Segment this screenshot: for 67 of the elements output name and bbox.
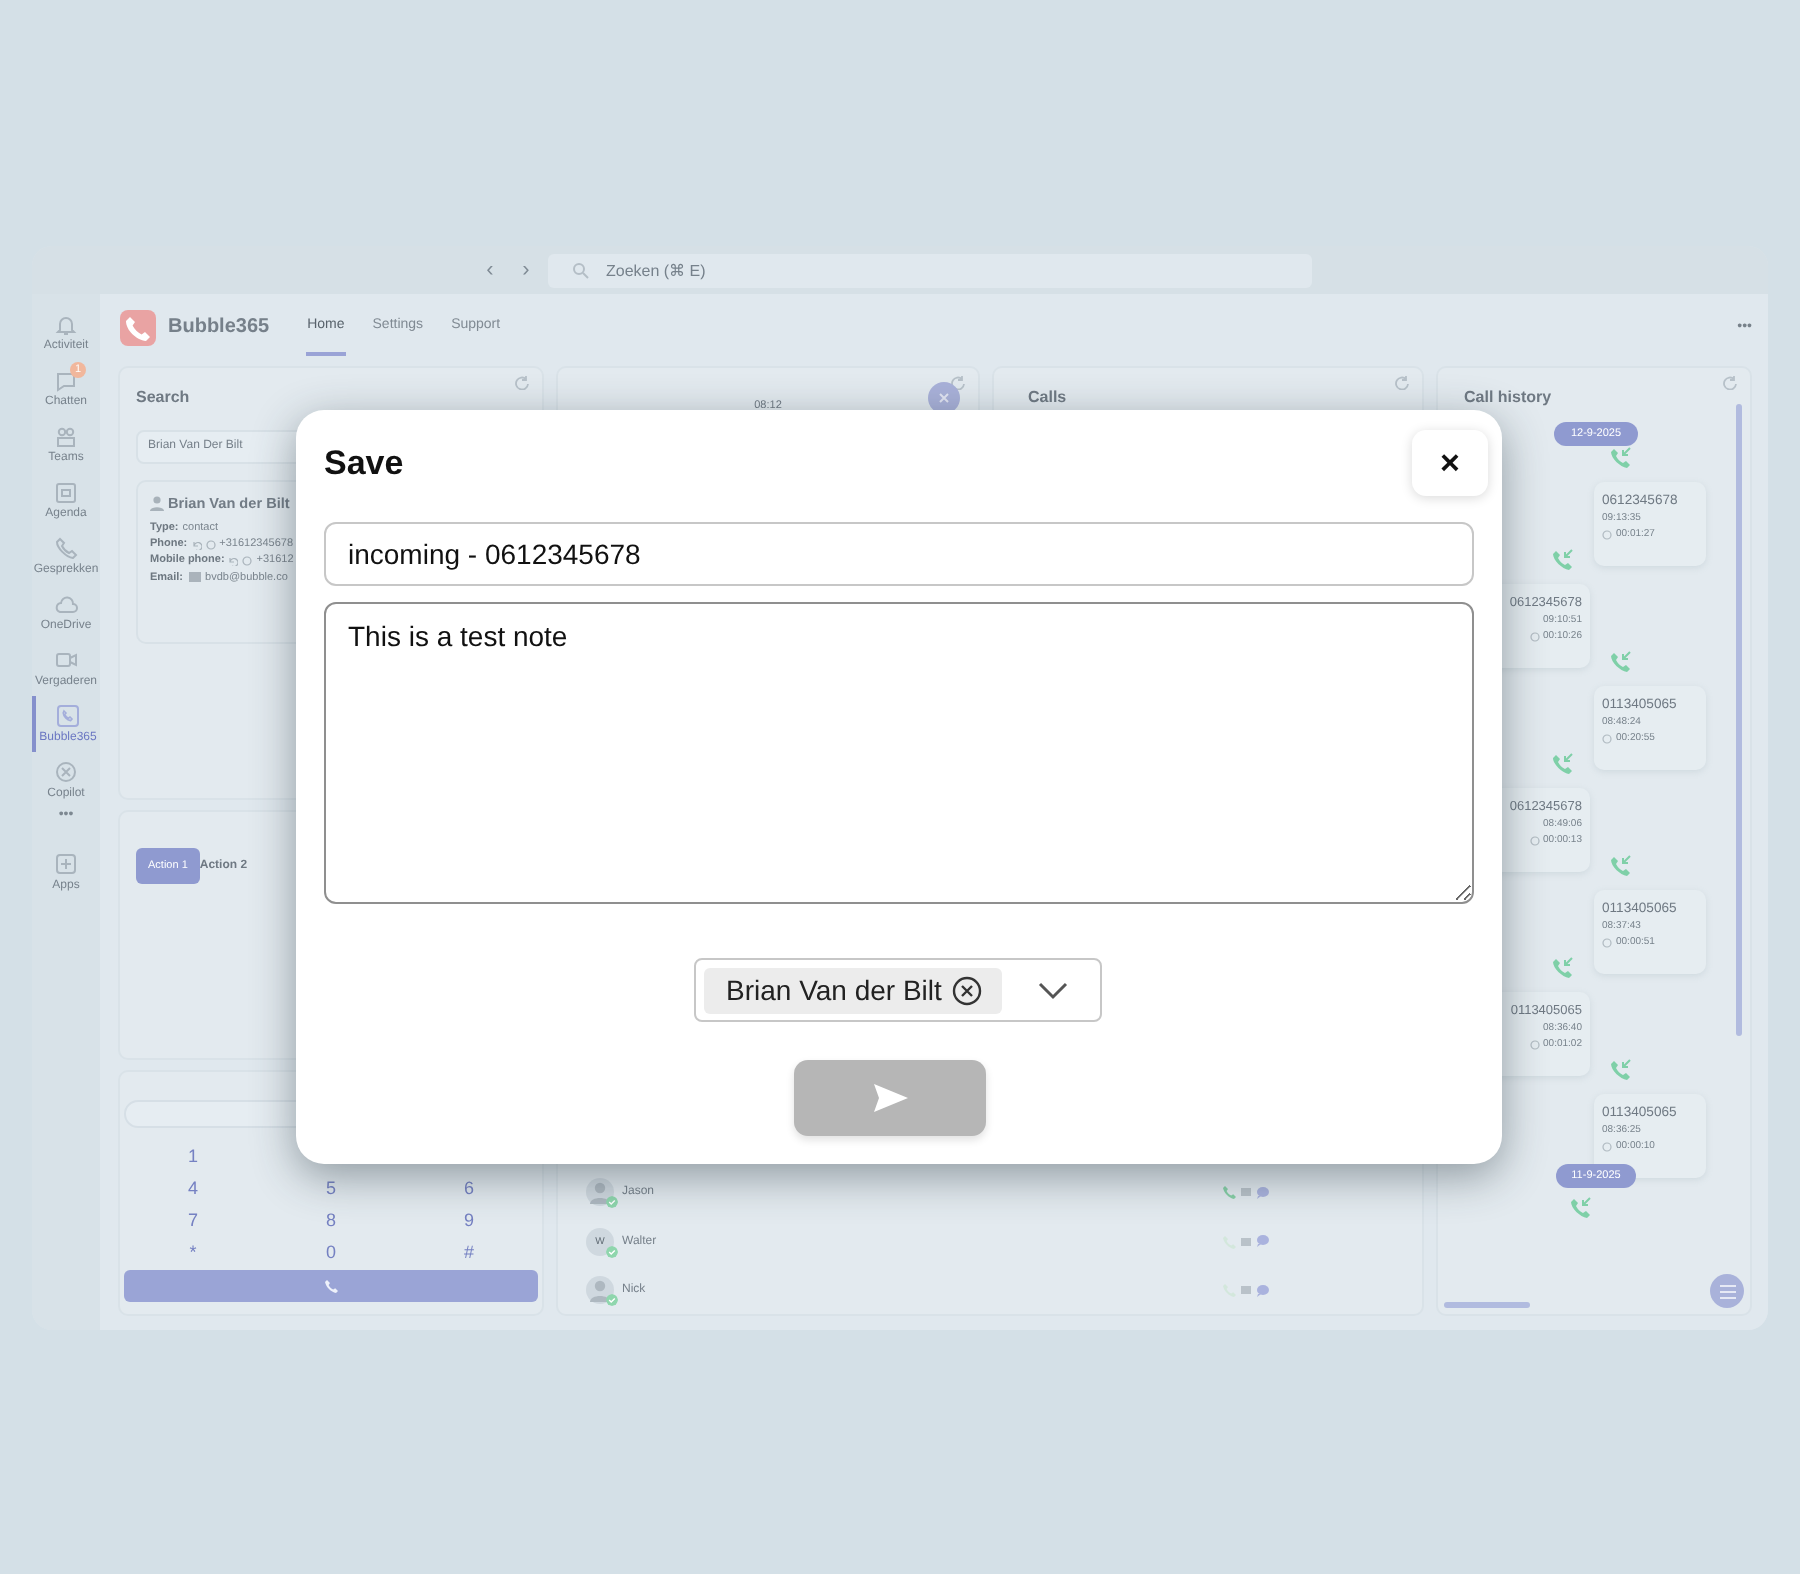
- incoming-call-icon: [1550, 956, 1574, 980]
- dial-key[interactable]: 9: [463, 1208, 474, 1232]
- dial-key[interactable]: 0: [325, 1240, 336, 1264]
- forward-button[interactable]: ›: [512, 258, 540, 282]
- remove-icon[interactable]: [951, 975, 982, 1005]
- person-icon: [150, 495, 164, 511]
- note-field[interactable]: This is a test note: [324, 602, 1474, 904]
- cloud-icon[interactable]: [54, 592, 78, 616]
- chevron-down-icon[interactable]: [1038, 981, 1068, 999]
- panel-title: Call history: [1464, 388, 1554, 406]
- video-camera-icon[interactable]: [54, 648, 78, 672]
- call-button[interactable]: [124, 1270, 538, 1302]
- mail-icon[interactable]: [1240, 1186, 1252, 1199]
- menu-button[interactable]: [1710, 1274, 1744, 1308]
- close-button[interactable]: ×: [1412, 430, 1488, 496]
- phone-icon[interactable]: [54, 536, 78, 560]
- send-icon: [872, 1082, 908, 1114]
- calendar-icon[interactable]: [54, 480, 78, 504]
- phone-logo-icon: [124, 313, 152, 341]
- close-icon: [938, 392, 950, 404]
- dial-key[interactable]: 6: [463, 1176, 474, 1200]
- search-field[interactable]: Zoeken (⌘ E): [548, 253, 1312, 287]
- mail-icon[interactable]: [1240, 1235, 1252, 1248]
- phone-square-icon[interactable]: [56, 704, 80, 728]
- scrollbar[interactable]: [1444, 1302, 1530, 1308]
- app-title: Bubble365: [168, 316, 270, 338]
- refresh-icon[interactable]: [950, 374, 966, 390]
- dial-key[interactable]: 8: [325, 1208, 336, 1232]
- refresh-icon[interactable]: [514, 374, 530, 390]
- incoming-call-icon: [1608, 1058, 1632, 1082]
- dial-key[interactable]: 5: [325, 1176, 336, 1200]
- panel-title: Calls: [1028, 388, 1069, 406]
- incoming-call-icon: [1568, 1196, 1592, 1220]
- bell-icon[interactable]: [54, 312, 78, 336]
- panel-title: Search: [136, 388, 192, 406]
- people-icon[interactable]: [54, 424, 78, 448]
- dial-key[interactable]: #: [463, 1240, 474, 1264]
- dial-key[interactable]: 4: [187, 1176, 198, 1200]
- incoming-call-icon: [1608, 854, 1632, 878]
- back-button[interactable]: ‹: [476, 258, 504, 282]
- subject-field[interactable]: incoming - 0612345678: [324, 522, 1474, 586]
- chat-icon[interactable]: [1256, 1283, 1270, 1298]
- mail-icon: [187, 570, 202, 584]
- dial-key[interactable]: 7: [187, 1208, 198, 1232]
- mail-icon[interactable]: [1240, 1284, 1252, 1297]
- plus-icon[interactable]: [54, 852, 78, 876]
- dialog-title: Save: [324, 444, 404, 484]
- refresh-icon[interactable]: [1394, 374, 1410, 390]
- menu-icon: [1719, 1283, 1735, 1299]
- refresh-icon[interactable]: [1722, 374, 1738, 390]
- contact-select[interactable]: Brian Van der Bilt: [694, 958, 1102, 1022]
- search-icon: [572, 261, 590, 279]
- phone-icon[interactable]: [1222, 1184, 1236, 1201]
- scrollbar[interactable]: [1736, 404, 1742, 1036]
- incoming-call-icon: [1608, 446, 1632, 470]
- history-icon[interactable]: [191, 539, 202, 549]
- phone-icon: [323, 1278, 339, 1294]
- incoming-call-icon: [1608, 650, 1632, 674]
- history-icon[interactable]: [228, 555, 239, 565]
- chat-icon[interactable]: [1256, 1234, 1270, 1249]
- chat-icon[interactable]: [1256, 1185, 1270, 1200]
- incoming-call-icon: [1550, 752, 1574, 776]
- chat-icon[interactable]: [54, 368, 78, 392]
- dial-key[interactable]: 1: [187, 1144, 198, 1168]
- chip-label: Brian Van der Bilt: [726, 974, 942, 1006]
- dial-key[interactable]: *: [189, 1240, 197, 1264]
- incoming-call-icon: [1550, 548, 1574, 572]
